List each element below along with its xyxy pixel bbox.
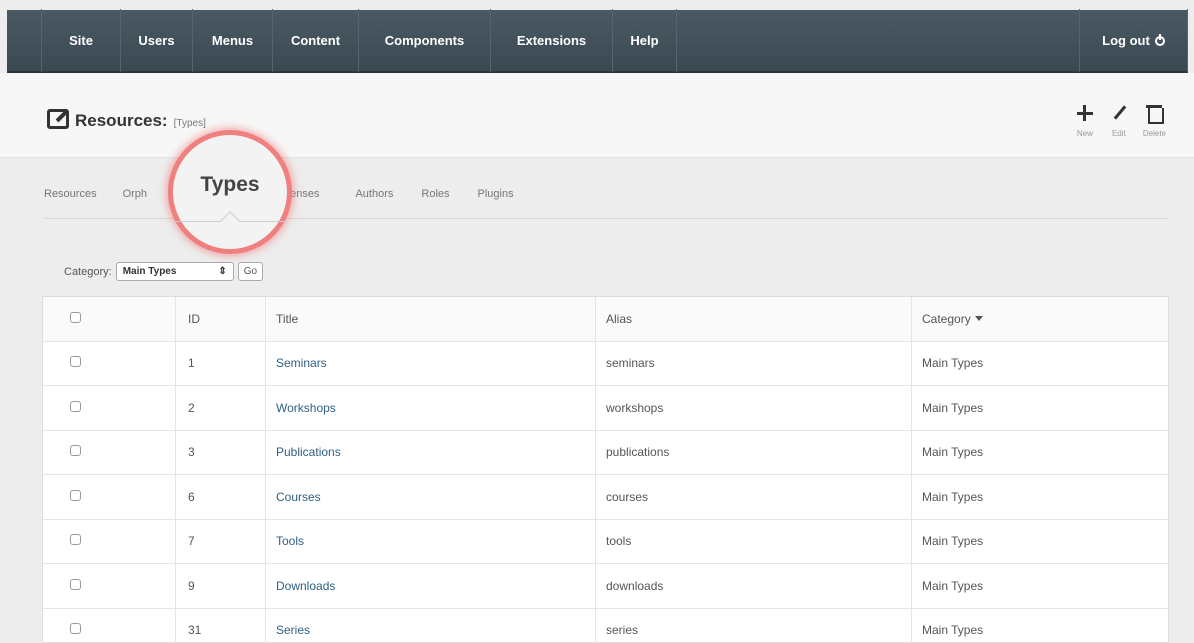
row-title-link[interactable]: Publications [276,445,341,459]
title-main: Resources: [75,111,168,130]
tab-authors[interactable]: Authors [355,188,393,200]
plus-icon [1075,103,1095,123]
page-header: Resources: [Types] New Edit Delete [0,73,1194,158]
row-category: Main Types [911,341,1168,385]
new-button[interactable]: New [1075,103,1095,138]
top-bar: Site Users Menus Content Components Exte… [0,0,1194,73]
header-id[interactable]: ID [175,297,265,341]
nav-components[interactable]: Components [359,9,491,72]
title-sub: [Types] [173,118,206,129]
logout-button[interactable]: Log out [1080,9,1188,72]
select-all-checkbox[interactable] [70,311,81,323]
logout-label: Log out [1102,33,1150,48]
main-nav: Site Users Menus Content Components Exte… [7,9,1188,73]
table-row: 9 Downloads downloads Main Types [43,564,1168,609]
nav-spacer [677,9,1080,72]
nav-menus[interactable]: Menus [193,9,273,72]
page-title: Resources: [Types] [47,106,206,131]
row-id: 2 [175,386,265,430]
go-button[interactable]: Go [237,262,264,281]
edit-button[interactable]: Edit [1109,103,1129,138]
row-id: 1 [175,341,265,385]
category-select[interactable]: Main Types ⇕ [115,262,234,281]
tab-orphans[interactable]: Orph [123,188,147,200]
category-label: Category: [64,265,112,278]
nav-site[interactable]: Site [41,9,121,72]
row-category: Main Types [911,519,1168,563]
table-row: 7 Tools tools Main Types [43,519,1168,564]
category-selected: Main Types [122,266,177,277]
table-row: 3 Publications publications Main Types [43,430,1168,475]
row-category: Main Types [911,430,1168,474]
row-checkbox[interactable] [70,623,81,635]
table-row: 31 Series series Main Types [43,608,1168,643]
row-title-link[interactable]: Workshops [276,401,336,415]
row-id: 6 [175,475,265,519]
tab-roles[interactable]: Roles [421,188,449,200]
row-title-link[interactable]: Courses [276,490,321,504]
row-id: 7 [175,519,265,563]
row-category: Main Types [911,608,1168,643]
power-icon [1154,33,1165,46]
nav-content[interactable]: Content [273,9,359,72]
row-id: 31 [175,608,265,643]
sort-down-icon [974,316,983,322]
tab-types[interactable]: Types [200,173,259,197]
row-title-link[interactable]: Seminars [276,356,327,370]
row-alias: workshops [595,386,911,430]
row-alias: series [595,608,911,643]
header-alias[interactable]: Alias [595,297,911,341]
select-arrows-icon: ⇕ [218,266,227,277]
row-id: 3 [175,430,265,474]
row-id: 9 [175,564,265,608]
row-title-link[interactable]: Series [276,623,310,637]
row-checkbox[interactable] [70,400,81,412]
category-filter: Category: Main Types ⇕ Go [64,262,264,281]
row-checkbox[interactable] [70,489,81,501]
row-title-link[interactable]: Tools [276,534,304,548]
row-checkbox[interactable] [70,445,81,457]
delete-label: Delete [1142,129,1166,138]
magnified-tab-highlight: Types [168,130,292,254]
tab-resources[interactable]: Resources [44,188,97,200]
table-row: 6 Courses courses Main Types [43,475,1168,520]
header-category[interactable]: Category [911,297,1168,341]
table-row: 2 Workshops workshops Main Types [43,386,1168,431]
row-category: Main Types [911,564,1168,608]
pencil-icon [1109,103,1129,123]
row-checkbox[interactable] [70,578,81,590]
edit-box-icon [47,109,69,129]
row-checkbox[interactable] [70,534,81,546]
row-category: Main Types [911,386,1168,430]
active-tab-caret [220,211,240,231]
types-table: ID Title Alias Category 1 Seminars semin… [42,296,1169,643]
row-alias: downloads [595,564,911,608]
header-category-label: Category [922,311,971,326]
table-row: 1 Seminars seminars Main Types [43,341,1168,386]
row-alias: publications [595,430,911,474]
nav-users[interactable]: Users [121,9,193,72]
row-alias: seminars [595,341,911,385]
row-alias: tools [595,519,911,563]
nav-help[interactable]: Help [613,9,677,72]
row-checkbox[interactable] [70,356,81,368]
edit-label: Edit [1111,129,1126,138]
nav-extensions[interactable]: Extensions [491,9,613,72]
row-alias: courses [595,475,911,519]
trash-icon [1144,103,1165,124]
row-category: Main Types [911,475,1168,519]
row-title-link[interactable]: Downloads [276,579,335,593]
table-header-row: ID Title Alias Category [43,297,1168,342]
delete-button[interactable]: Delete [1143,103,1166,138]
header-title[interactable]: Title [265,297,595,341]
toolbar: New Edit Delete [1075,103,1166,138]
new-label: New [1076,129,1093,138]
tab-plugins[interactable]: Plugins [478,188,514,200]
